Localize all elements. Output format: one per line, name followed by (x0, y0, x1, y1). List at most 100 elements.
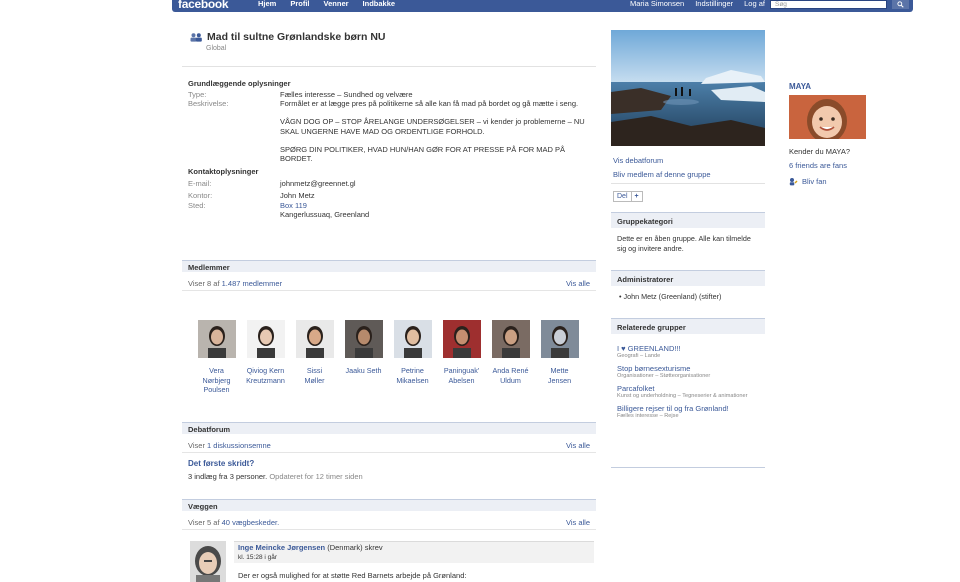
admin-item: • John Metz (Greenland) (stifter) (611, 286, 765, 308)
view-forum-link[interactable]: Vis debatforum (613, 156, 663, 165)
member-photo[interactable] (491, 320, 530, 358)
topic-post-count: 3 indlæg fra 3 personer. (188, 472, 268, 481)
related-group-link[interactable]: Billigere rejser til og fra Grønland! (617, 404, 759, 413)
member-item[interactable]: Qiviog Kern Kreutzmann (241, 320, 290, 395)
related-group-item: I ♥ GREENLAND!!! Geografi – Lande (611, 344, 765, 360)
forum-count-link[interactable]: 1 diskussionsemne (207, 441, 271, 450)
ad-title-link[interactable]: MAYA (789, 82, 870, 91)
member-item[interactable]: Jaaku Seth (339, 320, 388, 395)
member-name-link[interactable]: Vera Nørbjerg Poulsen (203, 366, 231, 395)
members-count-link[interactable]: 1.487 medlemmer (222, 279, 282, 288)
members-count-row: Viser 8 af 1.487 medlemmer Vis alle (188, 279, 590, 288)
related-group-item: Billigere rejser til og fra Grønland! Fæl… (611, 404, 765, 420)
wall-count-link[interactable]: 40 vægbeskeder. (222, 518, 280, 527)
member-item[interactable]: Mette Jensen (535, 320, 584, 395)
member-name-link[interactable]: Petrine Mikaelsen (396, 366, 428, 385)
wall-heading: Væggen (182, 499, 596, 511)
member-name-link[interactable]: Qiviog Kern Kreutzmann (246, 366, 285, 385)
member-item[interactable]: Paninguak' Abelsen (437, 320, 486, 395)
member-item[interactable]: Petrine Mikaelsen (388, 320, 437, 395)
type-value-link[interactable]: Fælles interesse – Sundhed og velvære (280, 90, 590, 99)
facebook-logo[interactable]: facebook (178, 0, 229, 11)
member-item[interactable]: Vera Nørbjerg Poulsen (192, 320, 241, 395)
group-category-box: Gruppekategori Dette er en åben gruppe. … (611, 212, 765, 259)
related-group-link[interactable]: Stop børnesexturisme (617, 364, 759, 373)
group-icon (190, 32, 202, 42)
user-nav: Maria Simonsen Indstillinger Log af (630, 0, 765, 7)
place-box-link[interactable]: Box 119 (280, 201, 590, 210)
forum-see-all-link[interactable]: Vis alle (566, 441, 590, 450)
nav-user-name[interactable]: Maria Simonsen (630, 0, 684, 7)
join-group-link[interactable]: Bliv medlem af denne gruppe (613, 170, 711, 179)
member-name-link[interactable]: Paninguak' Abelsen (444, 366, 479, 385)
post-author-country: (Denmark) skrev (327, 543, 383, 552)
member-name-line2: Kreutzmann (246, 375, 285, 385)
become-fan-button[interactable]: Bliv fan (789, 177, 870, 186)
post-header: Inge Meincke Jørgensen (Denmark) skrev k… (234, 541, 594, 563)
nav-logout[interactable]: Log af (744, 0, 765, 7)
member-name-link[interactable]: Sissi Møller (305, 366, 325, 385)
type-label: Type: (188, 90, 207, 99)
admin-name[interactable]: John Metz (Greenland) (stifter) (624, 292, 722, 301)
wall-see-all-link[interactable]: Vis alle (566, 518, 590, 527)
post-author-link[interactable]: Inge Meincke Jørgensen (238, 543, 325, 552)
wall-count-row: Viser 5 af 40 vægbeskeder. Vis alle (188, 518, 590, 527)
description-label: Beskrivelse: (188, 99, 229, 109)
ad-column: MAYA Kender du MAYA? 6 friends are fans … (782, 72, 870, 186)
member-photo[interactable] (540, 320, 579, 358)
forum-topic-meta: 3 indlæg fra 3 personer. Opdateret for 1… (188, 472, 363, 481)
members-see-all-link[interactable]: Vis alle (566, 279, 590, 288)
member-name-line1: Paninguak' (443, 366, 480, 375)
post-author-avatar[interactable] (190, 541, 226, 582)
members-count: Viser 8 af 1.487 medlemmer (188, 279, 282, 288)
nav-home[interactable]: Hjem (258, 0, 276, 7)
member-photo[interactable] (344, 320, 383, 358)
member-name-link[interactable]: Jaaku Seth (346, 366, 382, 376)
forum-topic-link[interactable]: Det første skridt? (188, 459, 254, 468)
related-group-link[interactable]: I ♥ GREENLAND!!! (617, 344, 759, 353)
member-name-line2: Abelsen (448, 375, 475, 385)
member-photo[interactable] (442, 320, 481, 358)
contact-heading: Kontaktoplysninger (188, 167, 259, 177)
nav-settings[interactable]: Indstillinger (695, 0, 733, 7)
share-button[interactable]: Del + (613, 191, 643, 202)
nav-friends[interactable]: Venner (324, 0, 349, 7)
member-photo[interactable] (393, 320, 432, 358)
post-timestamp: kl. 15:28 i går (238, 554, 278, 561)
description-value: Formålet er at lægge pres på politikerne… (280, 99, 590, 167)
sidebar-links-divider (611, 183, 765, 184)
search-button[interactable] (892, 0, 909, 9)
place-row: Sted: Box 119 Kangerlussuaq, Greenland (188, 201, 592, 219)
member-name-line1: Qiviog Kern (246, 366, 285, 375)
forum-divider (182, 452, 596, 453)
related-group-category: Organisationer – Støtteorganisationer (617, 373, 711, 379)
related-group-link[interactable]: Parcafolket (617, 384, 759, 393)
members-heading: Medlemmer (182, 260, 596, 272)
title-divider (182, 66, 596, 67)
share-plus-icon: + (630, 192, 642, 201)
member-name-link[interactable]: Anda René Uldum (493, 366, 529, 385)
nav-inbox[interactable]: Indbakke (363, 0, 396, 7)
member-name-line2: Møller (304, 375, 325, 385)
member-item[interactable]: Sissi Møller (290, 320, 339, 395)
place-city: Kangerlussuaq, Greenland (280, 209, 370, 219)
ad-image[interactable] (789, 95, 866, 139)
type-row: Type: Fælles interesse – Sundhed og velv… (188, 90, 592, 99)
wall-divider (182, 529, 596, 530)
member-photo[interactable] (197, 320, 236, 358)
member-item[interactable]: Anda René Uldum (486, 320, 535, 395)
member-name-link[interactable]: Mette Jensen (548, 366, 571, 385)
group-photo[interactable] (611, 30, 765, 146)
search-input[interactable]: Søg (770, 0, 887, 9)
fan-icon (789, 178, 798, 186)
email-label: E-mail: (188, 179, 212, 189)
member-photo[interactable] (246, 320, 285, 358)
member-name-line1: Sissi (306, 366, 323, 375)
become-fan-label: Bliv fan (802, 177, 827, 186)
main-nav: Hjem Profil Venner Indbakke (258, 0, 395, 7)
related-groups-list: I ♥ GREENLAND!!! Geografi – Lande Stop bør… (611, 334, 765, 420)
ad-fans-link[interactable]: 6 friends are fans (789, 161, 870, 170)
member-photo[interactable] (295, 320, 334, 358)
nav-profile[interactable]: Profil (290, 0, 309, 7)
forum-count-row: Viser 1 diskussionsemne Vis alle (188, 441, 590, 450)
